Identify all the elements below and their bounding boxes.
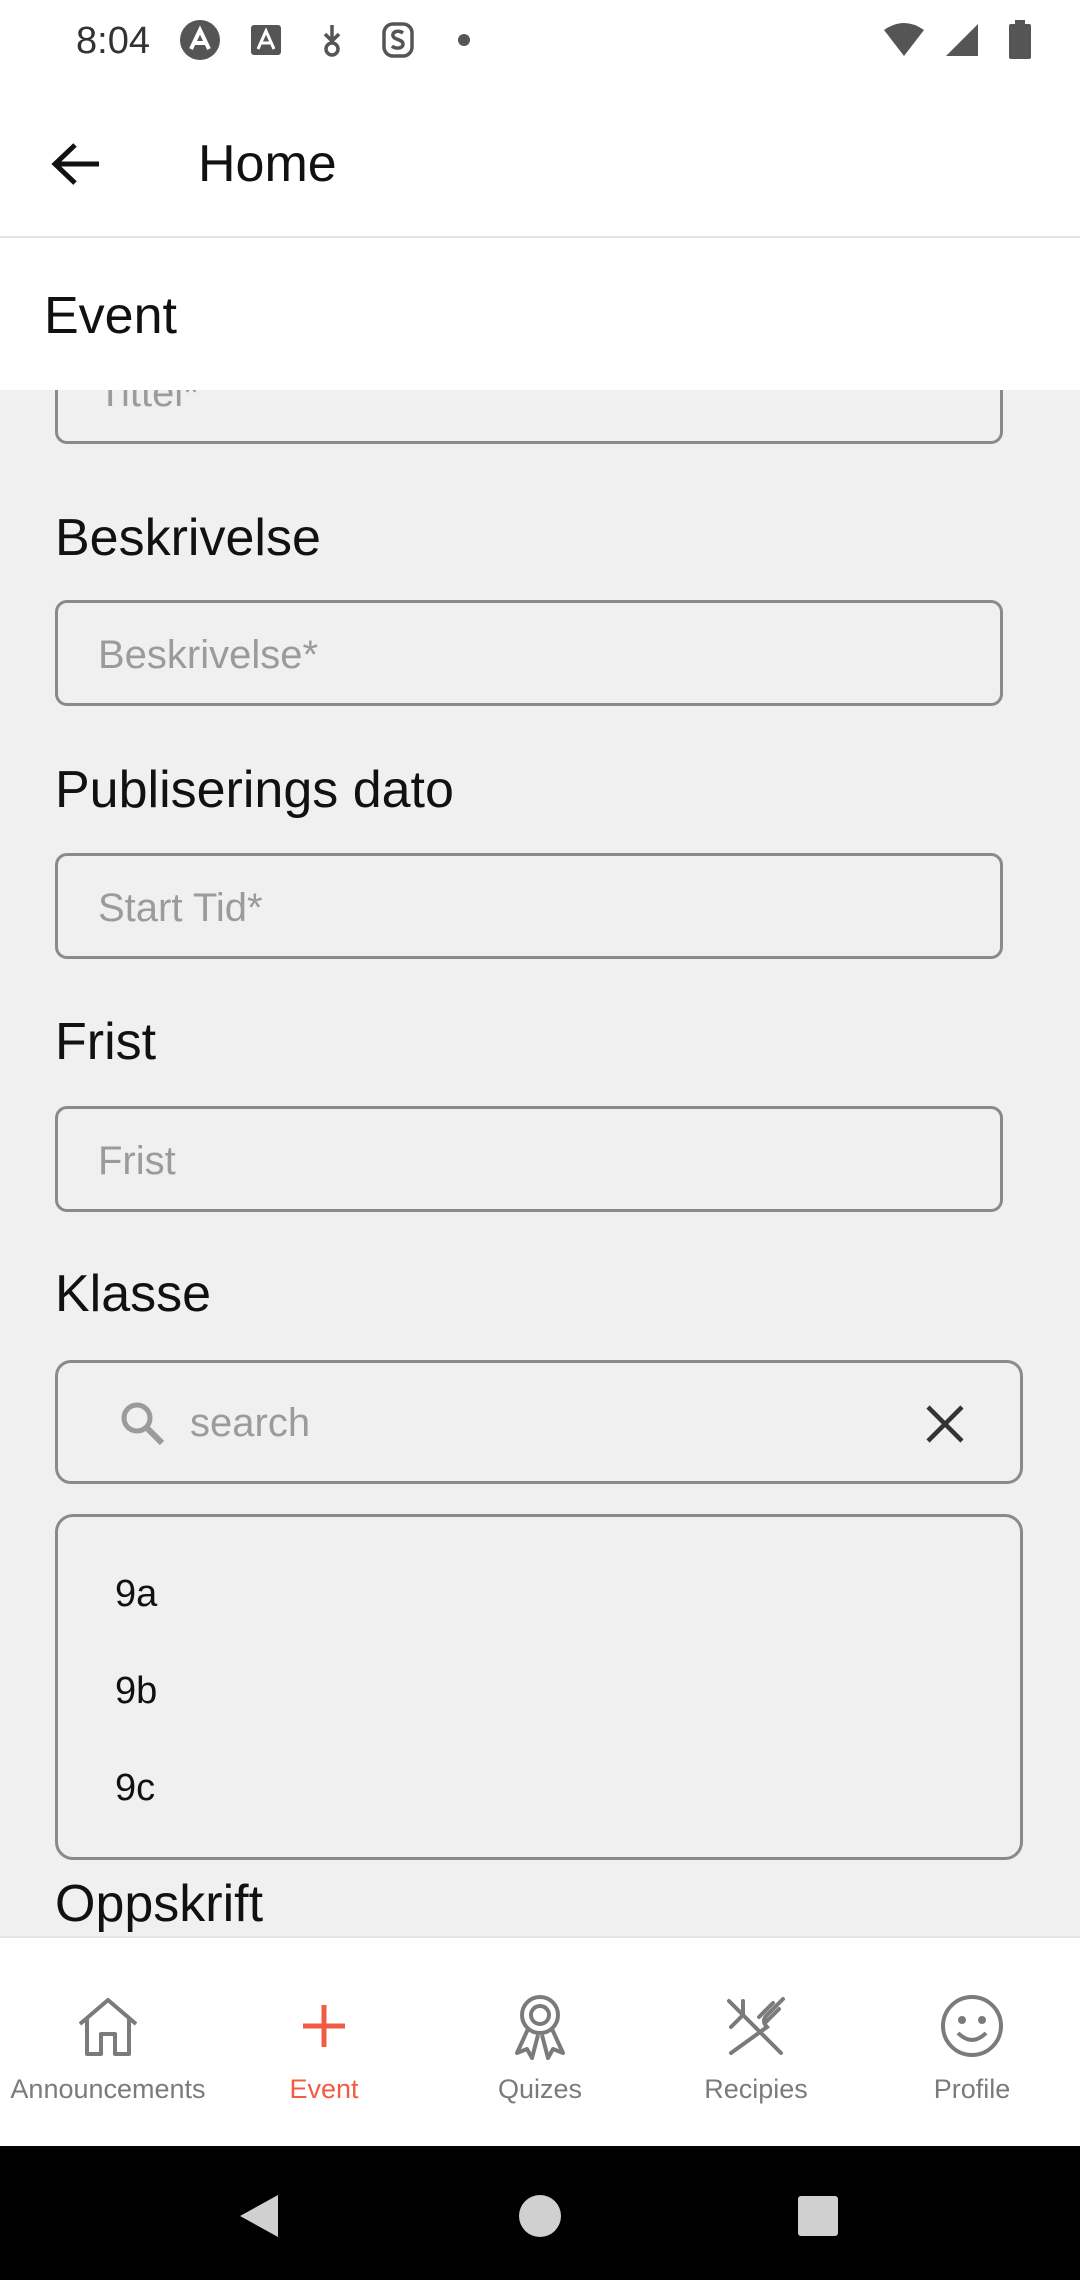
description-field[interactable]: Beskrivelse*: [55, 600, 1003, 706]
smiley-icon: [936, 1990, 1008, 2062]
nav-label-recipies: Recipies: [704, 2074, 808, 2104]
clear-search-button[interactable]: [920, 1399, 970, 1449]
class-option-9b[interactable]: 9b: [115, 1670, 157, 1713]
status-bar: 8:04: [0, 0, 1080, 84]
wifi-icon: [882, 18, 926, 62]
section-title: Event: [44, 287, 177, 345]
status-icons-right: [882, 18, 1042, 62]
system-recents-button[interactable]: [778, 2176, 858, 2256]
search-placeholder: search: [190, 1401, 311, 1445]
close-icon: [926, 1405, 964, 1443]
nav-label-event: Event: [289, 2074, 359, 2104]
start-time-field[interactable]: Start Tid*: [55, 853, 1003, 959]
section-header: Event: [0, 238, 1080, 390]
system-nav-bar: [0, 2146, 1080, 2280]
triangle-back-icon: [240, 2195, 278, 2237]
nav-label-announcements: Announcements: [10, 2074, 206, 2104]
class-option-9a[interactable]: 9a: [115, 1573, 157, 1616]
plus-icon: [288, 1990, 360, 2062]
utensils-icon: [720, 1990, 792, 2062]
nav-profile[interactable]: Profile: [864, 1938, 1080, 2148]
class-options-list: 9a 9b 9c: [55, 1514, 1023, 1860]
square-recents-icon: [798, 2196, 838, 2236]
class-option-9c[interactable]: 9c: [115, 1767, 155, 1810]
nav-recipies[interactable]: Recipies: [648, 1938, 864, 2148]
text-a-icon: [244, 18, 288, 62]
app-title: Home: [198, 135, 337, 193]
status-icons-left: [178, 18, 486, 62]
signal-icon: [940, 18, 984, 62]
deadline-placeholder: Frist: [98, 1139, 176, 1183]
description-placeholder: Beskrivelse*: [98, 633, 319, 677]
nav-label-profile: Profile: [933, 2074, 1011, 2104]
system-home-button[interactable]: [500, 2176, 580, 2256]
description-label: Beskrivelse: [55, 509, 321, 567]
dot-icon: [442, 18, 486, 62]
nav-label-quizes: Quizes: [497, 2074, 583, 2104]
back-button[interactable]: [36, 124, 116, 204]
class-search-input[interactable]: search: [55, 1360, 1023, 1484]
class-label: Klasse: [55, 1265, 212, 1323]
s-app-icon: [376, 18, 420, 62]
title-field[interactable]: Tittel*: [55, 390, 1003, 444]
nav-quizes[interactable]: Quizes: [432, 1938, 648, 2148]
app-a-icon: [178, 18, 222, 62]
event-form[interactable]: Tittel* Beskrivelse Beskrivelse* Publise…: [0, 390, 1080, 1936]
status-time: 8:04: [76, 20, 150, 62]
home-icon: [72, 1990, 144, 2062]
title-placeholder: Tittel*: [98, 390, 199, 415]
award-icon: [504, 1990, 576, 2062]
search-icon: [121, 1402, 165, 1446]
battery-icon: [998, 18, 1042, 62]
bottom-nav: Announcements Event Quizes Recipies Prof…: [0, 1936, 1080, 2148]
app-bar: Home: [0, 84, 1080, 238]
publish-date-label: Publiserings dato: [55, 761, 454, 819]
circle-home-icon: [519, 2195, 561, 2237]
nav-announcements[interactable]: Announcements: [0, 1938, 216, 2148]
deadline-field[interactable]: Frist: [55, 1106, 1003, 1212]
start-time-placeholder: Start Tid*: [98, 886, 263, 930]
recipe-label: Oppskrift: [55, 1875, 264, 1933]
nav-event[interactable]: Event: [216, 1938, 432, 2148]
arrow-left-icon: [51, 143, 99, 185]
deadline-label: Frist: [55, 1013, 157, 1071]
system-back-button[interactable]: [219, 2176, 299, 2256]
download-badge-icon: [310, 18, 354, 62]
